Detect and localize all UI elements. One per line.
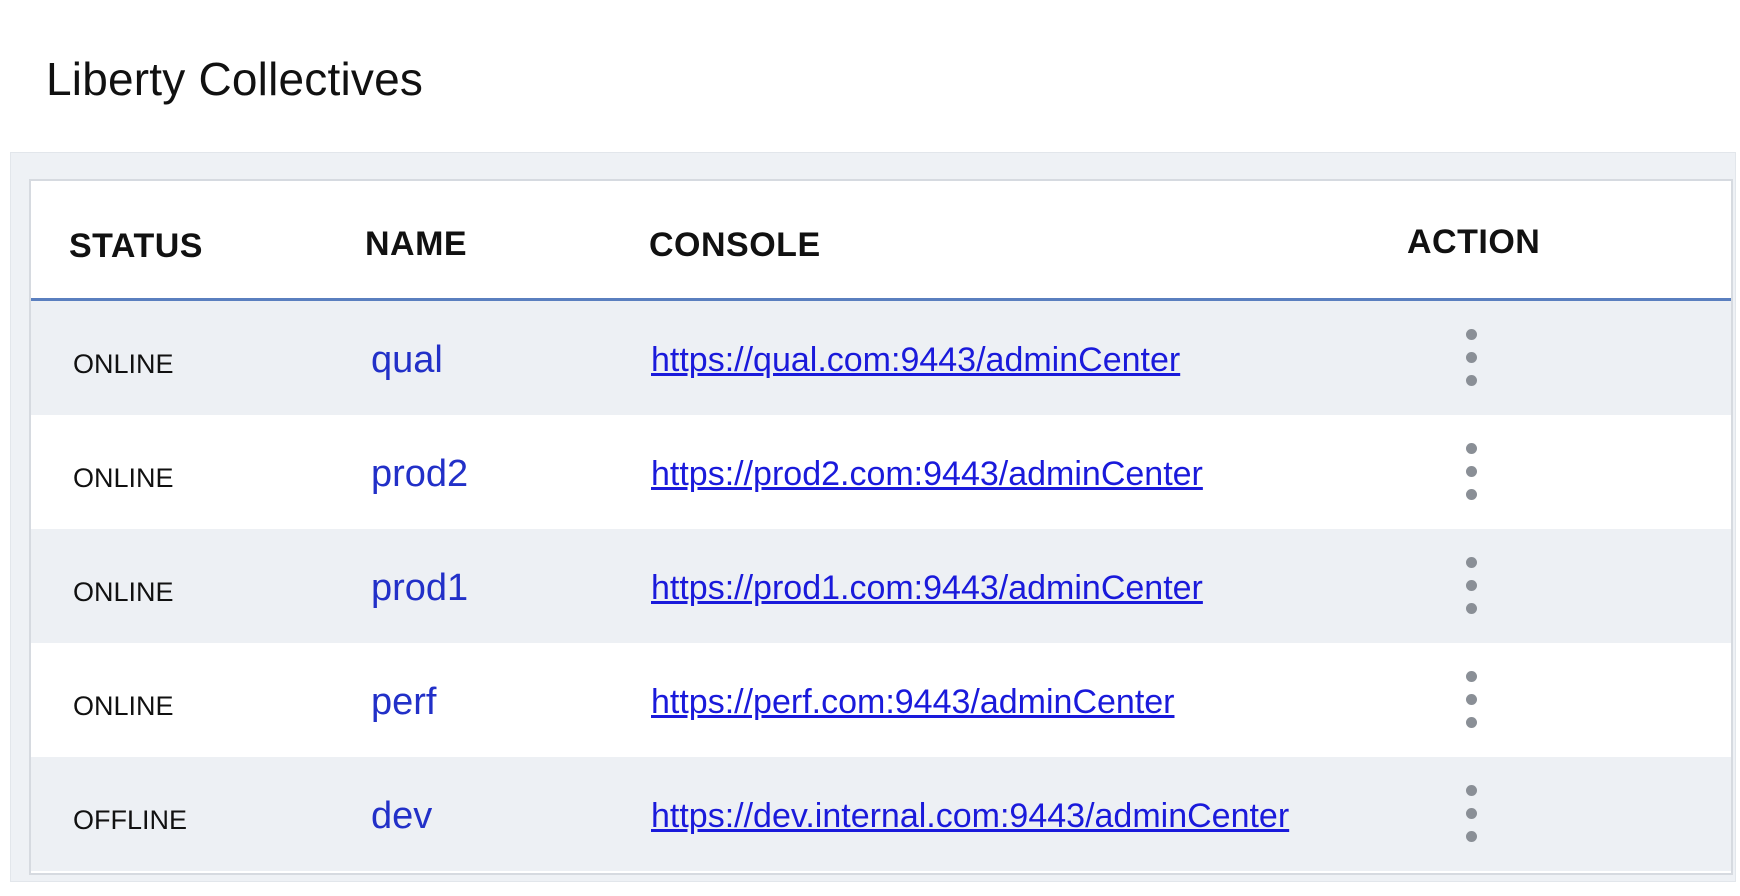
column-header-console[interactable]: CONSOLE: [649, 226, 821, 265]
page-title: Liberty Collectives: [46, 53, 424, 105]
name-cell: qual: [371, 339, 443, 381]
collectives-table-frame: STATUS NAME CONSOLE ACTION ONLINE qual h…: [10, 152, 1736, 882]
status-cell: ONLINE: [73, 577, 174, 607]
table-row: ONLINE qual https://qual.com:9443/adminC…: [31, 301, 1731, 415]
table-row: ONLINE prod1 https://prod1.com:9443/admi…: [31, 529, 1731, 643]
row-actions-button[interactable]: [1451, 779, 1491, 849]
row-actions-button[interactable]: [1451, 551, 1491, 621]
console-link[interactable]: https://prod1.com:9443/adminCenter: [651, 569, 1203, 608]
table-body: ONLINE qual https://qual.com:9443/adminC…: [31, 301, 1731, 871]
status-cell: OFFLINE: [73, 805, 188, 835]
name-cell: dev: [371, 795, 433, 837]
table-row: ONLINE perf https://perf.com:9443/adminC…: [31, 643, 1731, 757]
page: Liberty Collectives STATUS NAME CONSOLE …: [0, 0, 1740, 896]
console-link[interactable]: https://qual.com:9443/adminCenter: [651, 341, 1180, 380]
column-header-action: ACTION: [1407, 223, 1541, 261]
console-link[interactable]: https://prod2.com:9443/adminCenter: [651, 455, 1203, 494]
name-cell: prod1: [371, 567, 469, 609]
collectives-table: STATUS NAME CONSOLE ACTION ONLINE qual h…: [29, 179, 1733, 875]
status-cell: ONLINE: [73, 349, 174, 379]
console-link[interactable]: https://perf.com:9443/adminCenter: [651, 683, 1175, 722]
console-link[interactable]: https://dev.internal.com:9443/adminCente…: [651, 797, 1289, 836]
table-row: OFFLINE dev https://dev.internal.com:944…: [31, 757, 1731, 871]
column-header-name[interactable]: NAME: [365, 225, 467, 264]
table-header-row: STATUS NAME CONSOLE ACTION: [31, 181, 1731, 301]
column-header-status[interactable]: STATUS: [69, 227, 203, 266]
row-actions-button[interactable]: [1451, 323, 1491, 393]
name-cell: perf: [371, 681, 437, 723]
table-row: ONLINE prod2 https://prod2.com:9443/admi…: [31, 415, 1731, 529]
row-actions-button[interactable]: [1451, 437, 1491, 507]
name-cell: prod2: [371, 453, 469, 495]
status-cell: ONLINE: [73, 691, 174, 721]
row-actions-button[interactable]: [1451, 665, 1491, 735]
status-cell: ONLINE: [73, 463, 174, 493]
